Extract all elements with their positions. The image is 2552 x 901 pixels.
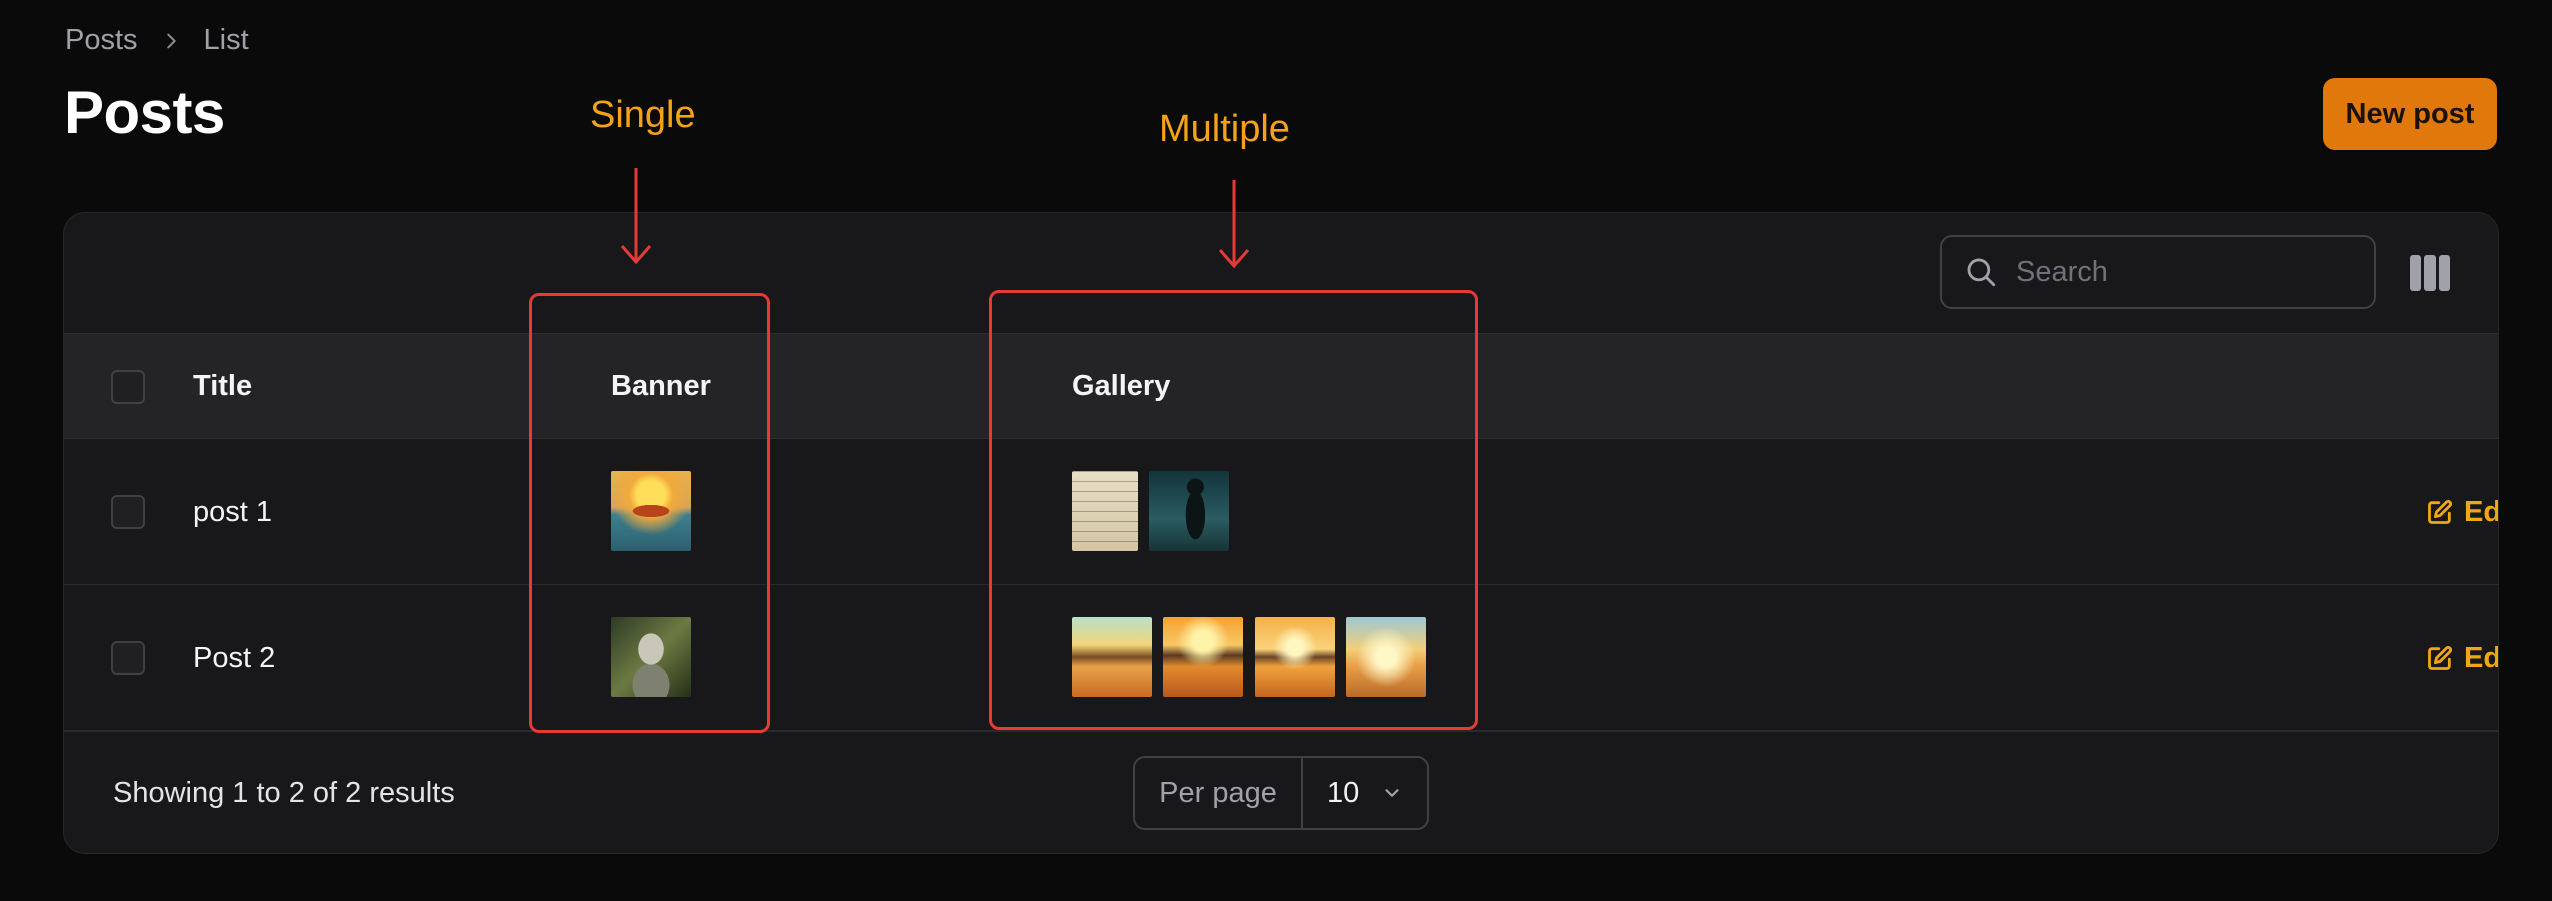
search-box[interactable] [1940,235,2376,309]
annotation-box-gallery [989,290,1478,730]
edit-link[interactable]: Edit [2426,585,2499,731]
select-all-checkbox[interactable] [111,370,145,404]
breadcrumb: Posts List [65,24,249,57]
post-title: Post 2 [193,641,276,674]
per-page-control[interactable]: Per page 10 [1133,756,1429,830]
breadcrumb-item-list: List [203,24,249,56]
chevron-down-icon [1385,789,1399,797]
edit-icon [2428,646,2452,670]
table-footer: Showing 1 to 2 of 2 results Per page 10 [64,731,2498,853]
page-title: Posts [64,79,225,146]
per-page-select[interactable]: 10 [1303,758,1427,828]
annotation-box-banner [529,293,770,733]
new-post-button[interactable]: New post [2323,78,2497,150]
row-checkbox[interactable] [111,641,145,675]
annotation-arrow-down-icon [1218,180,1250,269]
per-page-value: 10 [1327,776,1360,809]
edit-icon [2428,500,2452,524]
column-header-title[interactable]: Title [193,334,252,438]
per-page-label: Per page [1135,758,1303,828]
annotation-label-single: Single [590,94,696,136]
breadcrumb-item-posts[interactable]: Posts [65,24,138,57]
edit-label: Edit [2464,641,2499,674]
annotation-label-multiple: Multiple [1159,108,1290,150]
post-title: post 1 [193,495,272,528]
edit-link[interactable]: Edit [2426,439,2499,585]
results-count: Showing 1 to 2 of 2 results [113,776,455,809]
chevron-right-icon [166,33,176,48]
search-icon [1967,258,1996,287]
edit-label: Edit [2464,495,2499,528]
columns-toggle-icon[interactable] [2410,255,2450,291]
search-input[interactable] [2014,254,2348,290]
page: Posts List Posts New post Title Banner G… [0,0,2552,901]
annotation-arrow-down-icon [620,168,652,265]
row-checkbox[interactable] [111,495,145,529]
